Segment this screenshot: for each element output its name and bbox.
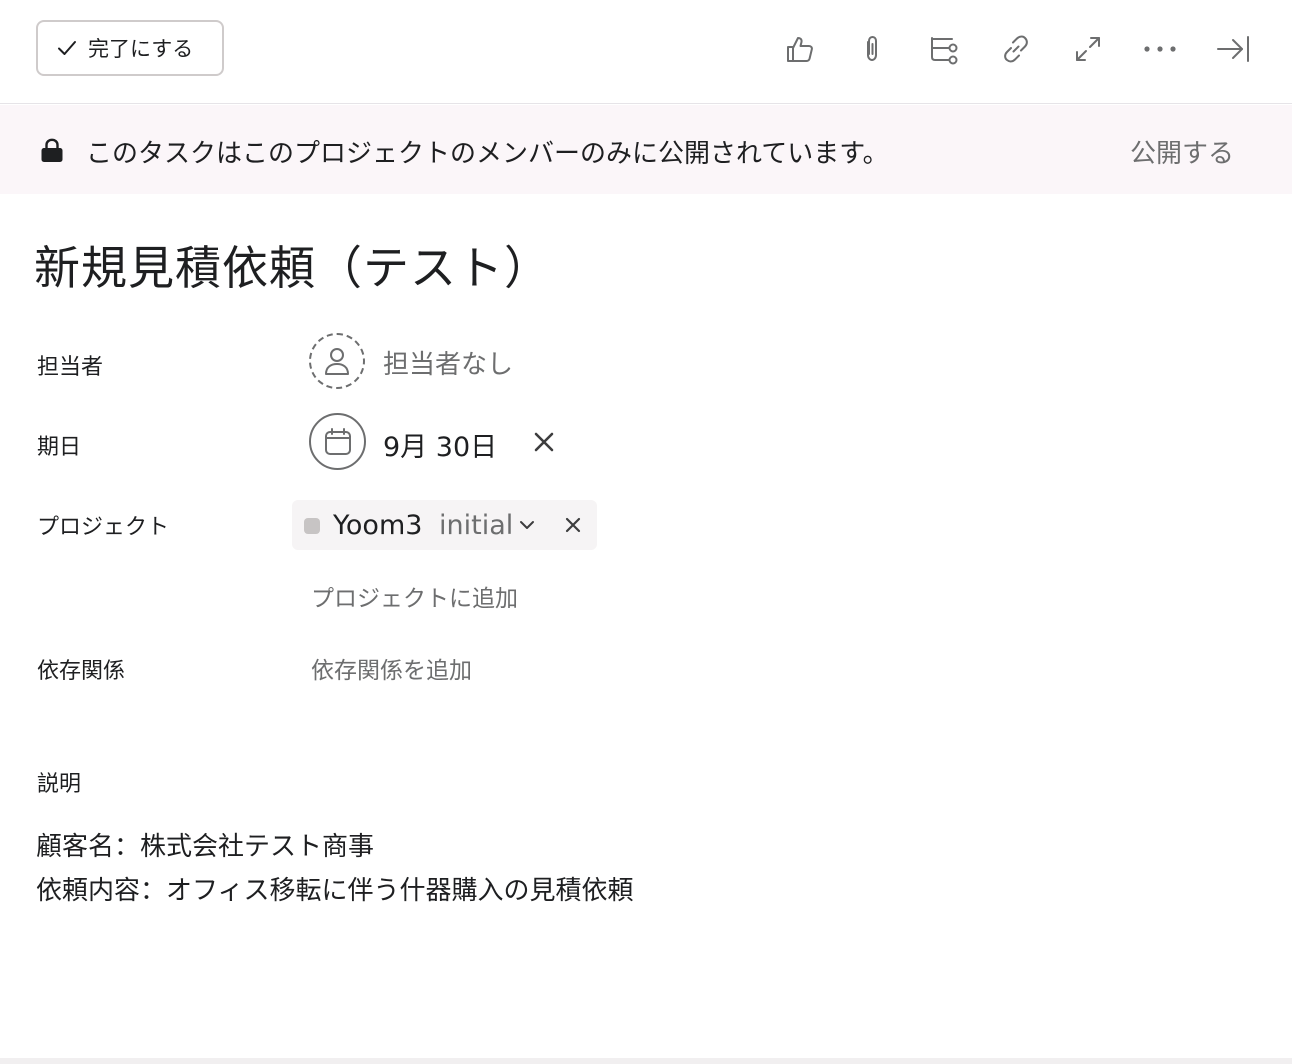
- projects-label: プロジェクト: [37, 515, 170, 540]
- assignee-avatar-button[interactable]: [309, 333, 365, 389]
- project-section-select[interactable]: initial: [439, 510, 513, 541]
- dependencies-label: 依存関係: [37, 659, 126, 684]
- due-date-button[interactable]: [309, 413, 366, 470]
- add-to-project-link[interactable]: プロジェクトに追加: [311, 579, 518, 613]
- clear-due-date-icon[interactable]: [530, 428, 558, 456]
- due-date-label: 期日: [37, 435, 82, 460]
- close-details-button[interactable]: [1210, 26, 1256, 72]
- more-icon: [1144, 46, 1176, 52]
- description-label: 説明: [37, 772, 82, 797]
- privacy-banner: このタスクはこのプロジェクトのメンバーのみに公開されています。 公開する: [0, 105, 1292, 194]
- paperclip-icon: [867, 36, 877, 61]
- task-toolbar: 完了にする: [0, 0, 1292, 104]
- make-public-button[interactable]: 公開する: [1130, 133, 1234, 170]
- like-button[interactable]: [777, 26, 823, 72]
- assignee-value[interactable]: 担当者なし: [383, 344, 513, 381]
- check-icon: [58, 41, 76, 55]
- subtask-button[interactable]: [921, 26, 967, 72]
- bottom-divider: [0, 1058, 1292, 1064]
- more-actions-button[interactable]: [1137, 26, 1183, 72]
- project-tag[interactable]: Yoom3 initial: [292, 500, 597, 550]
- user-icon: [325, 348, 349, 375]
- subtask-icon: [931, 37, 958, 65]
- due-date-value[interactable]: 9月 30日: [383, 425, 497, 464]
- privacy-message: このタスクはこのプロジェクトのメンバーのみに公開されています。: [86, 139, 889, 169]
- lock-icon: [41, 138, 63, 162]
- attach-button[interactable]: [849, 26, 895, 72]
- chevron-down-icon[interactable]: [518, 518, 536, 532]
- calendar-icon: [324, 427, 351, 455]
- remove-project-icon[interactable]: [562, 514, 584, 536]
- assignee-label: 担当者: [37, 355, 104, 380]
- mark-complete-button[interactable]: 完了にする: [36, 20, 224, 76]
- expand-icon: [1076, 37, 1100, 61]
- project-color-swatch: [304, 518, 320, 534]
- task-title[interactable]: 新規見積依頼（テスト）: [34, 232, 551, 298]
- add-dependency-link[interactable]: 依存関係を追加: [311, 651, 472, 685]
- copy-link-button[interactable]: [993, 26, 1039, 72]
- link-icon: [1004, 35, 1028, 63]
- close-pane-icon: [1217, 36, 1249, 62]
- description-line: 依頼内容：オフィス移転に伴う什器購入の見積依頼: [36, 876, 634, 906]
- expand-button[interactable]: [1065, 26, 1111, 72]
- description-line: 顧客名：株式会社テスト商事: [36, 832, 375, 862]
- project-name[interactable]: Yoom3: [333, 510, 422, 541]
- thumbs-up-icon: [787, 37, 813, 62]
- mark-complete-label: 完了にする: [88, 37, 194, 61]
- description-editor[interactable]: 顧客名：株式会社テスト商事 依頼内容：オフィス移転に伴う什器購入の見積依頼: [36, 825, 633, 913]
